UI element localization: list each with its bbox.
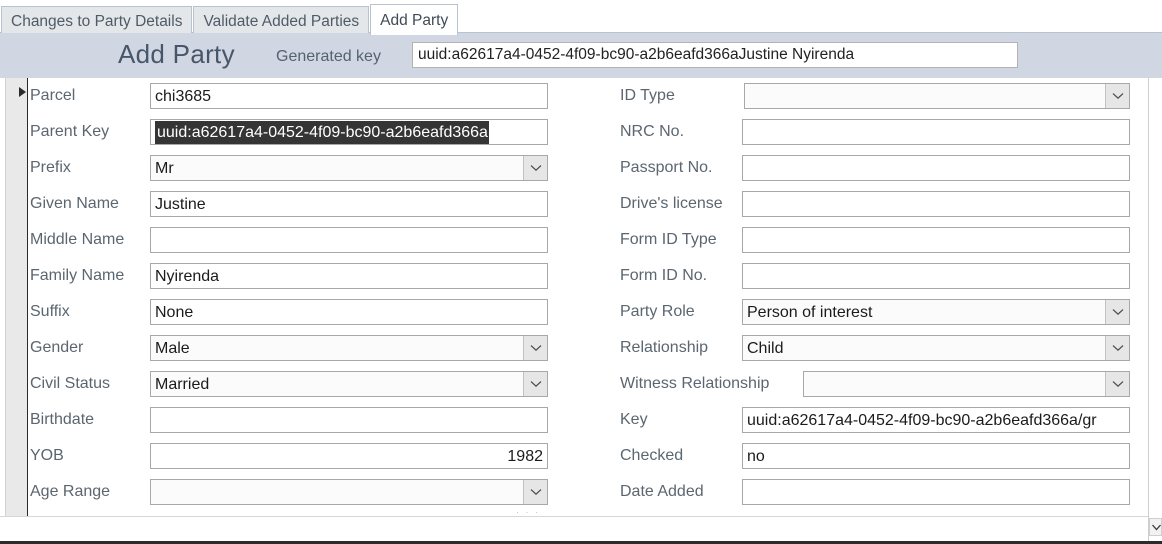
label-gender: Gender xyxy=(30,339,84,356)
label-key: Key xyxy=(620,411,648,428)
value-civil-status: Married xyxy=(155,376,210,393)
vertical-scrollbar-track[interactable] xyxy=(1149,78,1162,544)
value-given-name: Justine xyxy=(155,196,206,213)
chevron-down-icon xyxy=(530,165,542,172)
input-suffix[interactable]: None xyxy=(150,299,548,325)
label-passport-no: Passport No. xyxy=(620,159,713,176)
play-triangle-icon xyxy=(19,87,26,97)
input-family-name[interactable]: Nyirenda xyxy=(150,263,548,289)
label-middle-name: Middle Name xyxy=(30,231,125,248)
combo-civil-status[interactable]: Married xyxy=(150,371,548,397)
chevron-down-icon xyxy=(1112,381,1124,388)
label-parent-key: Parent Key xyxy=(30,123,110,140)
value-yob: 1982 xyxy=(507,448,543,465)
dropdown-button-civil-status[interactable] xyxy=(523,372,547,396)
generated-key-value: uuid:a62617a4-0452-4f09-bc90-a2b6eafd366… xyxy=(418,46,855,63)
input-nrc-no[interactable] xyxy=(742,119,1130,145)
label-party-role: Party Role xyxy=(620,303,695,320)
input-checked[interactable]: no xyxy=(742,443,1130,469)
input-key[interactable]: uuid:a62617a4-0452-4f09-bc90-a2b6eafd366… xyxy=(742,407,1130,433)
generated-key-field[interactable]: uuid:a62617a4-0452-4f09-bc90-a2b6eafd366… xyxy=(412,42,1018,68)
tab-changes-to-party-details[interactable]: Changes to Party Details xyxy=(1,6,193,35)
value-checked: no xyxy=(747,448,765,465)
label-date-added: Date Added xyxy=(620,483,704,500)
chevron-down-icon xyxy=(530,345,542,352)
form-detail-area: Parcel chi3685 Parent Key uuid:a62617a4-045… xyxy=(0,78,1148,516)
value-party-role: Person of interest xyxy=(747,304,873,321)
page-title: Add Party xyxy=(118,39,235,69)
value-parcel: chi3685 xyxy=(155,88,212,105)
chevron-down-icon xyxy=(1112,345,1124,352)
form-footer-band xyxy=(0,516,1148,542)
tab-strip: Changes to Party Details Validate Added P… xyxy=(0,0,1162,35)
value-relationship: Child xyxy=(747,340,784,357)
chevron-down-icon xyxy=(1112,93,1124,100)
label-id-type: ID Type xyxy=(620,87,675,104)
combo-relationship[interactable]: Child xyxy=(742,335,1130,361)
value-key: uuid:a62617a4-0452-4f09-bc90-a2b6eafd366… xyxy=(747,412,1097,429)
value-prefix: Mr xyxy=(155,160,174,177)
dropdown-button-relationship[interactable] xyxy=(1105,336,1129,360)
input-yob[interactable]: 1982 xyxy=(150,443,548,469)
input-form-id-no[interactable] xyxy=(742,263,1130,289)
dropdown-button-age-range[interactable] xyxy=(523,480,547,504)
label-drive-s-license: Drive's license xyxy=(620,195,723,212)
label-form-id-type: Form ID Type xyxy=(620,231,717,248)
scroll-down-arrow-icon xyxy=(1152,524,1161,531)
tab-list: Changes to Party Details Validate Added P… xyxy=(0,0,1162,35)
input-parent-key[interactable]: uuid:a62617a4-0452-4f09-bc90-a2b6eafd366… xyxy=(150,119,548,145)
input-middle-name[interactable] xyxy=(150,227,548,253)
input-drive-s-license[interactable] xyxy=(742,191,1130,217)
input-parcel[interactable]: chi3685 xyxy=(150,83,548,109)
chevron-down-icon xyxy=(530,489,542,496)
combo-witness-relationship[interactable] xyxy=(803,371,1130,397)
label-suffix: Suffix xyxy=(30,303,70,320)
chevron-down-icon xyxy=(530,381,542,388)
record-selector[interactable] xyxy=(5,78,28,516)
value-parent-key: uuid:a62617a4-0452-4f09-bc90-a2b6eafd366… xyxy=(151,120,547,144)
label-relationship: Relationship xyxy=(620,339,709,356)
dropdown-button-witness-relationship[interactable] xyxy=(1105,372,1129,396)
label-witness-relationship: Witness Relationship xyxy=(620,375,770,392)
label-prefix: Prefix xyxy=(30,159,71,176)
combo-id-type[interactable] xyxy=(744,83,1130,109)
label-nrc-no: NRC No. xyxy=(620,123,685,140)
tab-validate-added-parties[interactable]: Validate Added Parties xyxy=(193,6,370,35)
value-suffix: None xyxy=(155,304,194,321)
scroll-down-button[interactable] xyxy=(1149,518,1162,536)
combo-party-role[interactable]: Person of interest xyxy=(742,299,1130,325)
tab-add-party[interactable]: Add Party xyxy=(370,4,459,35)
label-civil-status: Civil Status xyxy=(30,375,111,392)
combo-gender[interactable]: Male xyxy=(150,335,548,361)
input-birthdate[interactable] xyxy=(150,407,548,433)
label-age-range: Age Range xyxy=(30,483,111,500)
dropdown-button-gender[interactable] xyxy=(523,336,547,360)
input-passport-no[interactable] xyxy=(742,155,1130,181)
value-family-name: Nyirenda xyxy=(155,268,220,285)
generated-key-label: Generated key xyxy=(276,48,381,65)
label-yob: YOB xyxy=(30,447,64,464)
label-checked: Checked xyxy=(620,447,684,464)
input-given-name[interactable]: Justine xyxy=(150,191,548,217)
input-form-id-type[interactable] xyxy=(742,227,1130,253)
combo-prefix[interactable]: Mr xyxy=(150,155,548,181)
label-given-name: Given Name xyxy=(30,195,119,212)
dropdown-button-party-role[interactable] xyxy=(1105,300,1129,324)
input-date-added[interactable] xyxy=(742,479,1130,505)
label-form-id-no: Form ID No. xyxy=(620,267,708,284)
combo-age-range[interactable] xyxy=(150,479,548,505)
label-parcel: Parcel xyxy=(30,87,76,104)
dropdown-button-id-type[interactable] xyxy=(1105,84,1129,108)
dropdown-button-prefix[interactable] xyxy=(523,156,547,180)
value-gender: Male xyxy=(155,340,190,357)
selected-text-parent-key: uuid:a62617a4-0452-4f09-bc90-a2b6eafd366… xyxy=(155,121,489,144)
chevron-down-icon xyxy=(1112,309,1124,316)
label-birthdate: Birthdate xyxy=(30,411,95,428)
label-family-name: Family Name xyxy=(30,267,125,284)
